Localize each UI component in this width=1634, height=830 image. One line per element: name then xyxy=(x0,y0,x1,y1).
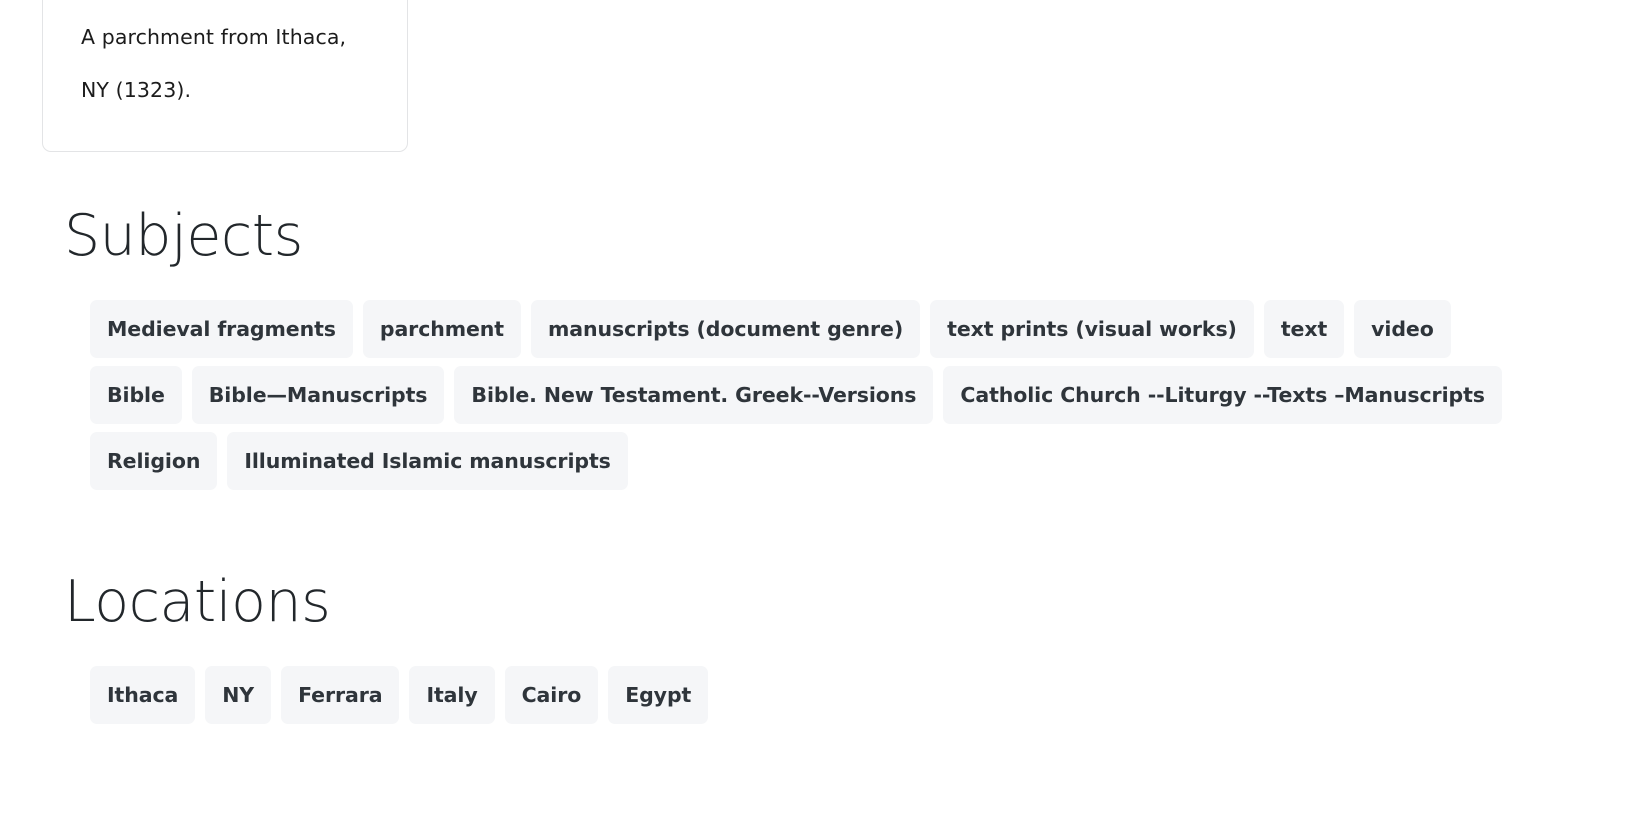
subject-tag[interactable]: Illuminated Islamic manuscripts xyxy=(227,431,628,490)
subject-tag[interactable]: Bible xyxy=(90,365,182,424)
subjects-heading: Subjects xyxy=(64,203,303,269)
subjects-tag-list: Medieval fragments parchment manuscripts (… xyxy=(0,299,1580,490)
subject-tag[interactable]: parchment xyxy=(362,299,521,358)
subject-tag[interactable]: Religion xyxy=(90,431,218,490)
location-tag[interactable]: Ithaca xyxy=(90,665,196,724)
subject-tag[interactable]: Catholic Church --Liturgy --Texts –Manus… xyxy=(943,365,1502,424)
description-card: A parchment from Ithaca, NY (1323). xyxy=(42,0,408,152)
subject-tag[interactable]: video xyxy=(1354,299,1451,358)
subject-tag[interactable]: manuscripts (document genre) xyxy=(531,299,921,358)
location-tag[interactable]: Cairo xyxy=(504,665,599,724)
subject-tag[interactable]: Bible—Manuscripts xyxy=(191,365,445,424)
location-tag[interactable]: Egypt xyxy=(608,665,709,724)
subject-tag[interactable]: Bible. New Testament. Greek--Versions xyxy=(454,365,934,424)
subject-tag[interactable]: text xyxy=(1263,299,1345,358)
location-tag[interactable]: Ferrara xyxy=(281,665,400,724)
locations-tag-list: Ithaca NY Ferrara Italy Cairo Egypt xyxy=(0,665,1634,724)
subject-tag[interactable]: Medieval fragments xyxy=(90,299,353,358)
description-text: A parchment from Ithaca, NY (1323). xyxy=(81,25,347,102)
location-tag[interactable]: NY xyxy=(205,665,272,724)
subject-tag[interactable]: text prints (visual works) xyxy=(930,299,1254,358)
subjects-section: Subjects Medieval fragments parchment manu… xyxy=(0,203,1634,490)
locations-heading: Locations xyxy=(64,569,331,635)
location-tag[interactable]: Italy xyxy=(409,665,495,724)
locations-section: Locations Ithaca NY Ferrara Italy Cairo Egypt xyxy=(0,569,1634,724)
